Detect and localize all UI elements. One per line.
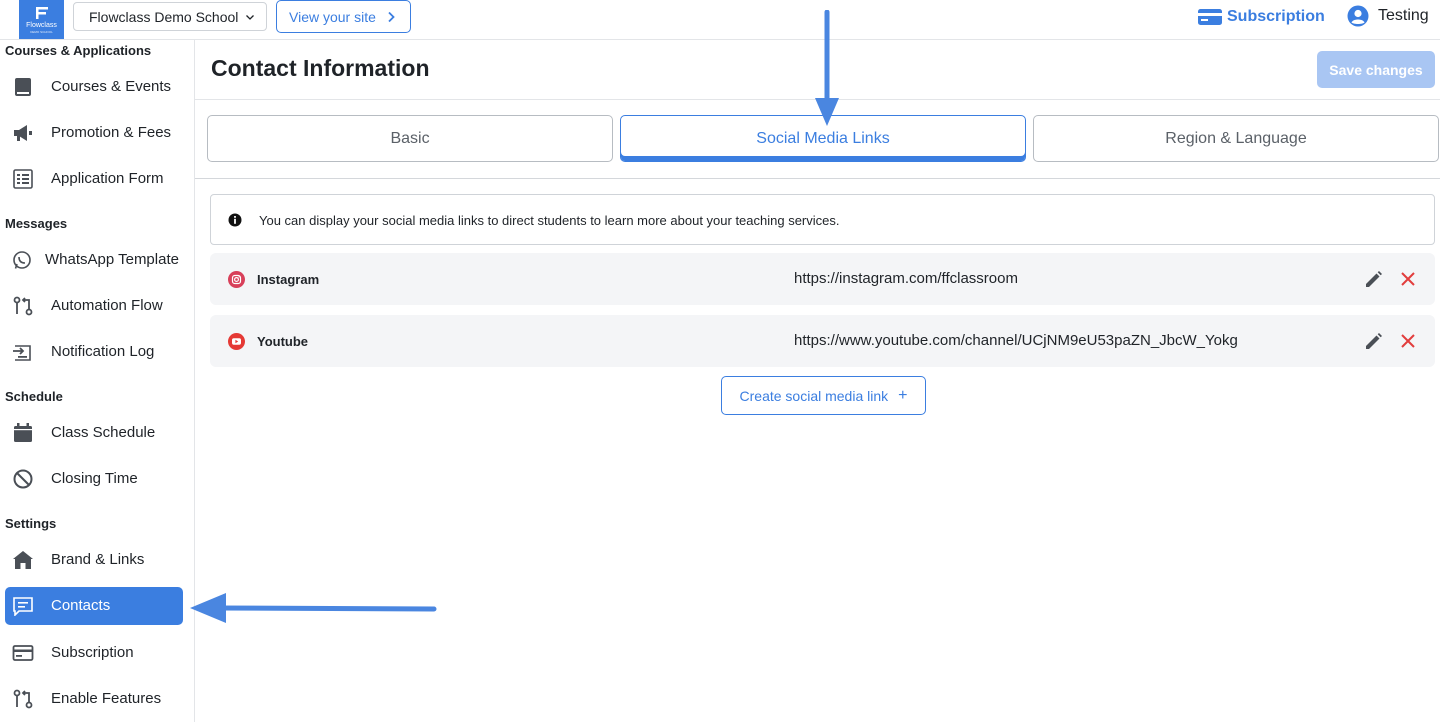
sidebar-item-label: Subscription — [51, 644, 134, 661]
info-text: You can display your social media links … — [259, 213, 840, 228]
page-title: Contact Information — [211, 55, 430, 81]
form-icon — [13, 169, 33, 189]
tab-region-language[interactable]: Region & Language — [1033, 115, 1439, 162]
sidebar-item-contacts[interactable]: Contacts — [5, 587, 183, 625]
card-icon — [12, 645, 34, 661]
view-site-label: View your site — [289, 8, 376, 25]
section-title-courses: Courses & Applications — [5, 43, 152, 58]
annotation-arrow-down — [815, 10, 839, 126]
delete-icon[interactable] — [1400, 333, 1416, 349]
social-link-row-instagram: Instagram https://instagram.com/ffclassr… — [210, 253, 1435, 305]
sidebar-item-enable-features[interactable]: Enable Features — [5, 680, 183, 718]
sidebar-item-label: Courses & Events — [51, 78, 172, 95]
create-social-link-button[interactable]: Create social media link + — [721, 376, 926, 415]
social-link-url: https://www.youtube.com/channel/UCjNM9eU… — [794, 332, 1238, 349]
tab-label: Social Media Links — [756, 129, 890, 147]
user-name: Testing — [1378, 7, 1429, 24]
social-link-row-youtube: Youtube https://www.youtube.com/channel/… — [210, 315, 1435, 367]
sidebar-item-label: Brand & Links — [51, 551, 145, 568]
view-site-button[interactable]: View your site — [276, 0, 411, 33]
annotation-arrow-left — [190, 593, 437, 623]
sidebar-item-closing-time[interactable]: Closing Time — [5, 460, 183, 498]
sidebar-item-courses-events[interactable]: Courses & Events — [5, 68, 183, 106]
sidebar-item-brand-links[interactable]: Brand & Links — [5, 541, 183, 579]
edit-icon[interactable] — [1364, 332, 1383, 351]
create-social-link-label: Create social media link — [739, 387, 889, 404]
logo-wordmark: Flowclass — [26, 21, 57, 29]
home-icon — [13, 551, 33, 569]
flow-icon — [13, 689, 33, 709]
section-title-schedule: Schedule — [5, 389, 63, 404]
sidebar-item-subscription[interactable]: Subscription — [5, 634, 183, 672]
divider — [195, 178, 1440, 179]
social-link-name: Youtube — [257, 334, 309, 349]
sidebar-item-class-schedule[interactable]: Class Schedule — [5, 414, 183, 452]
chevron-down-icon — [246, 14, 255, 20]
school-name: Flowclass Demo School — [89, 8, 239, 25]
megaphone-icon — [14, 125, 32, 141]
flow-icon — [13, 296, 33, 316]
section-title-messages: Messages — [5, 216, 68, 231]
school-selector[interactable]: Flowclass Demo School — [73, 2, 267, 31]
sidebar-item-automation-flow[interactable]: Automation Flow — [5, 287, 183, 325]
social-link-name: Instagram — [257, 272, 320, 287]
sidebar-item-label: Promotion & Fees — [51, 124, 172, 141]
sidebar-item-label: Enable Features — [51, 690, 162, 707]
instagram-icon — [228, 271, 245, 288]
edit-icon[interactable] — [1364, 270, 1383, 289]
tab-label: Basic — [390, 129, 430, 147]
sidebar-item-label: Closing Time — [51, 470, 138, 487]
sidebar-item-label: Notification Log — [51, 343, 155, 360]
top-bar: Flowclass DEMO SCHOOL Flowclass Demo Sch… — [0, 0, 1440, 40]
save-changes-button[interactable]: Save changes — [1317, 51, 1435, 88]
sidebar-item-label: Class Schedule — [51, 424, 156, 441]
chevron-right-icon — [388, 11, 395, 22]
calendar-icon — [14, 423, 32, 442]
info-banner: You can display your social media links … — [210, 194, 1435, 245]
flowclass-logo[interactable]: Flowclass DEMO SCHOOL — [19, 0, 64, 39]
user-avatar-icon — [1347, 5, 1369, 27]
info-icon — [228, 213, 242, 227]
block-icon — [13, 469, 33, 489]
social-link-url: https://instagram.com/ffclassroom — [794, 270, 1018, 287]
subscription-label: Subscription — [1227, 8, 1325, 25]
sidebar: Courses & Applications Courses & Events … — [0, 40, 195, 722]
logo-subtext: DEMO SCHOOL — [30, 29, 53, 34]
book-icon — [15, 78, 31, 96]
user-menu[interactable]: Testing — [1347, 5, 1429, 27]
youtube-icon — [228, 333, 245, 350]
section-title-settings: Settings — [5, 516, 57, 531]
logo-icon — [35, 6, 48, 19]
sidebar-item-label: WhatsApp Template — [45, 251, 179, 268]
notification-log-icon — [13, 345, 31, 361]
sidebar-item-label: Automation Flow — [51, 297, 163, 314]
sidebar-item-notification-log[interactable]: Notification Log — [5, 333, 183, 371]
whatsapp-icon — [13, 251, 31, 269]
sidebar-item-label: Contacts — [51, 597, 111, 614]
tab-label: Region & Language — [1165, 129, 1307, 147]
tab-basic[interactable]: Basic — [207, 115, 613, 162]
credit-card-icon — [1198, 9, 1222, 25]
plus-icon: + — [898, 386, 908, 404]
sidebar-item-label: Application Form — [51, 170, 164, 187]
sidebar-item-application-form[interactable]: Application Form — [5, 160, 183, 198]
sidebar-item-promotion-fees[interactable]: Promotion & Fees — [5, 114, 183, 152]
chat-icon — [13, 597, 33, 616]
delete-icon[interactable] — [1400, 271, 1416, 287]
subscription-link[interactable]: Subscription — [1197, 6, 1325, 28]
sidebar-item-whatsapp-template[interactable]: WhatsApp Template — [5, 241, 183, 279]
